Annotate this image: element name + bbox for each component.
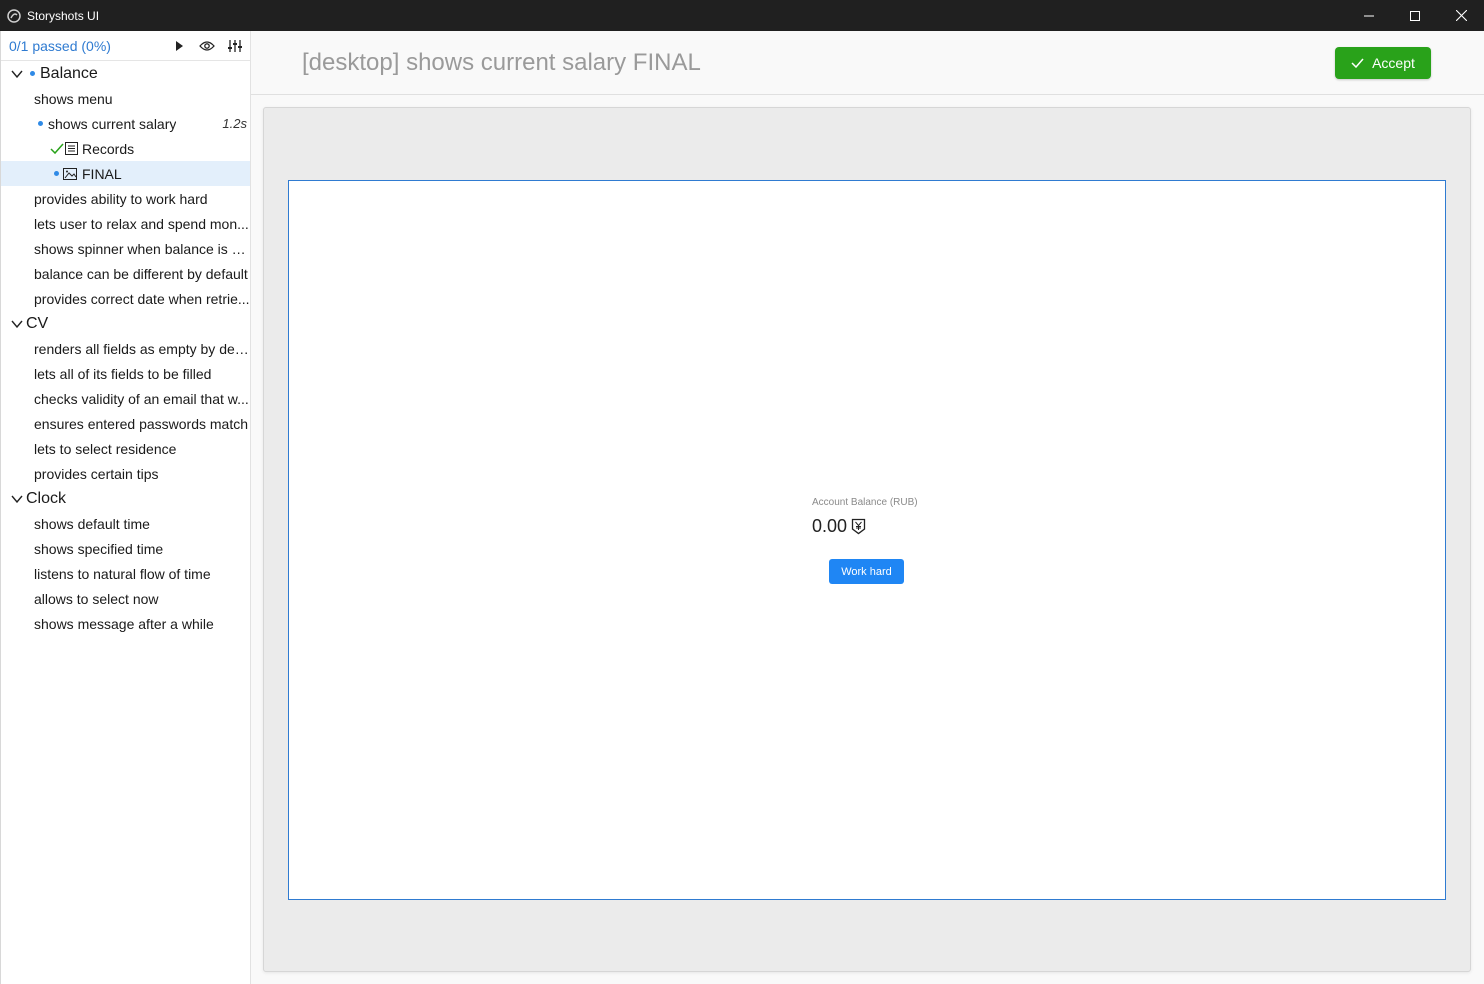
- story-label: lets all of its fields to be filled: [34, 365, 212, 382]
- tree-item[interactable]: listens to natural flow of time: [1, 561, 250, 586]
- wallet-icon: [851, 518, 866, 535]
- story-label: provides certain tips: [34, 465, 159, 482]
- status-dot-icon: [38, 121, 43, 126]
- balance-label: Account Balance (RUB): [812, 497, 918, 508]
- status-dot-icon: [54, 171, 59, 176]
- balance-widget: Account Balance (RUB) 0.00 Work hard: [812, 497, 942, 584]
- story-label: shows default time: [34, 515, 150, 532]
- play-icon[interactable]: [170, 37, 188, 55]
- eye-icon[interactable]: [198, 37, 216, 55]
- duration-label: 1.2s: [222, 116, 247, 131]
- story-label: Records: [82, 140, 135, 157]
- minimize-button[interactable]: [1346, 0, 1392, 31]
- story-label: lets to select residence: [34, 440, 177, 457]
- chevron-down-icon[interactable]: [10, 492, 24, 506]
- tree-item-final[interactable]: FINAL: [1, 161, 250, 186]
- tree-item[interactable]: provides certain tips: [1, 461, 250, 486]
- close-button[interactable]: [1438, 0, 1484, 31]
- run-status-link[interactable]: 0/1 passed (0%): [9, 38, 111, 54]
- balance-value-row: 0.00: [812, 516, 942, 537]
- records-icon: [65, 142, 78, 155]
- story-label: lets user to relax and spend mon...: [34, 215, 249, 232]
- group-label: Balance: [40, 64, 98, 82]
- chevron-down-icon[interactable]: [10, 317, 24, 331]
- tree-item-records[interactable]: Records: [1, 136, 250, 161]
- story-label: balance can be different by default: [34, 265, 248, 282]
- tree-item[interactable]: checks validity of an email that w...: [1, 386, 250, 411]
- preview-panel: Account Balance (RUB) 0.00 Work hard: [263, 107, 1471, 972]
- tree-item[interactable]: ensures entered passwords match: [1, 411, 250, 436]
- story-tree: Balance shows menu shows current salary …: [1, 61, 250, 636]
- tree-item[interactable]: lets all of its fields to be filled: [1, 361, 250, 386]
- maximize-button[interactable]: [1392, 0, 1438, 31]
- story-label: listens to natural flow of time: [34, 565, 211, 582]
- main-panel: [desktop] shows current salary FINAL Acc…: [251, 31, 1484, 984]
- tree-item[interactable]: allows to select now: [1, 586, 250, 611]
- check-icon: [1351, 58, 1364, 68]
- app-logo-icon: [7, 8, 21, 23]
- tree-item[interactable]: shows menu: [1, 86, 250, 111]
- tree-group-clock[interactable]: Clock: [1, 486, 250, 511]
- minimize-icon: [1364, 8, 1374, 24]
- story-label: provides correct date when retrie...: [34, 290, 250, 307]
- story-label: shows spinner when balance is n...: [34, 240, 250, 257]
- balance-value: 0.00: [812, 516, 848, 536]
- group-label: Clock: [26, 489, 67, 507]
- equalizer-icon[interactable]: [226, 37, 244, 55]
- tree-item[interactable]: lets to select residence: [1, 436, 250, 461]
- story-label: shows menu: [34, 90, 113, 107]
- accept-button[interactable]: Accept: [1335, 47, 1431, 79]
- story-label: FINAL: [82, 165, 122, 182]
- tree-item[interactable]: provides ability to work hard: [1, 186, 250, 211]
- tree-item[interactable]: shows default time: [1, 511, 250, 536]
- group-label: CV: [26, 314, 49, 332]
- window-title: Storyshots UI: [27, 8, 100, 23]
- tree-item[interactable]: balance can be different by default: [1, 261, 250, 286]
- tree-item[interactable]: lets user to relax and spend mon...: [1, 211, 250, 236]
- story-label: ensures entered passwords match: [34, 415, 248, 432]
- page-title: [desktop] shows current salary FINAL: [302, 49, 701, 76]
- tree-item[interactable]: shows message after a while: [1, 611, 250, 636]
- status-dot-icon: [30, 71, 35, 76]
- story-label: shows current salary: [48, 115, 177, 132]
- screenshot-frame: Account Balance (RUB) 0.00 Work hard: [288, 180, 1446, 900]
- accept-label: Accept: [1372, 55, 1415, 71]
- story-label: renders all fields as empty by def...: [34, 340, 250, 357]
- check-icon: [50, 143, 64, 155]
- close-icon: [1455, 8, 1467, 24]
- tree-item-current-salary[interactable]: shows current salary 1.2s: [1, 111, 250, 136]
- story-label: shows specified time: [34, 540, 164, 557]
- sidebar: 0/1 passed (0%) Balance shows menu shows…: [0, 31, 251, 984]
- chevron-down-icon[interactable]: [10, 67, 24, 81]
- work-hard-button[interactable]: Work hard: [829, 559, 904, 584]
- main-header: [desktop] shows current salary FINAL Acc…: [251, 31, 1484, 95]
- sidebar-toolbar: 0/1 passed (0%): [1, 31, 250, 61]
- story-label: allows to select now: [34, 590, 159, 607]
- image-icon: [63, 167, 77, 180]
- tree-group-cv[interactable]: CV: [1, 311, 250, 336]
- tree-item[interactable]: shows specified time: [1, 536, 250, 561]
- window-titlebar: Storyshots UI: [0, 0, 1484, 31]
- tree-group-balance[interactable]: Balance: [1, 61, 250, 86]
- story-label: shows message after a while: [34, 615, 214, 632]
- story-label: provides ability to work hard: [34, 190, 208, 207]
- tree-item[interactable]: provides correct date when retrie...: [1, 286, 250, 311]
- maximize-icon: [1410, 8, 1420, 24]
- tree-item[interactable]: renders all fields as empty by def...: [1, 336, 250, 361]
- story-label: checks validity of an email that w...: [34, 390, 249, 407]
- tree-item[interactable]: shows spinner when balance is n...: [1, 236, 250, 261]
